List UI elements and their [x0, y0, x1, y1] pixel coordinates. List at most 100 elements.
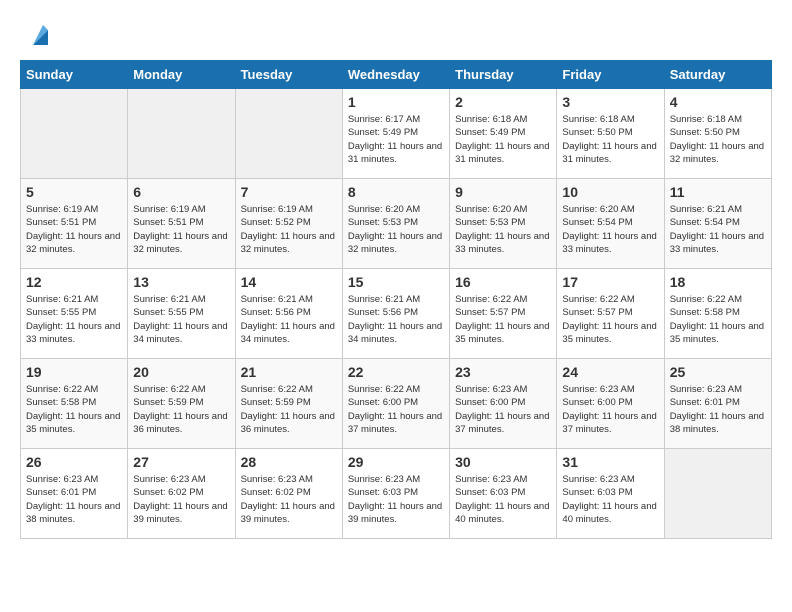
day-header-saturday: Saturday	[664, 61, 771, 89]
day-info: Sunrise: 6:23 AM Sunset: 6:00 PM Dayligh…	[562, 383, 658, 436]
day-number: 3	[562, 94, 658, 110]
calendar-cell	[21, 89, 128, 179]
day-info: Sunrise: 6:21 AM Sunset: 5:55 PM Dayligh…	[26, 293, 122, 346]
day-info: Sunrise: 6:22 AM Sunset: 5:58 PM Dayligh…	[670, 293, 766, 346]
day-number: 18	[670, 274, 766, 290]
day-header-monday: Monday	[128, 61, 235, 89]
day-info: Sunrise: 6:22 AM Sunset: 5:59 PM Dayligh…	[241, 383, 337, 436]
calendar-cell: 30 Sunrise: 6:23 AM Sunset: 6:03 PM Dayli…	[450, 449, 557, 539]
calendar-cell	[235, 89, 342, 179]
calendar-cell: 9 Sunrise: 6:20 AM Sunset: 5:53 PM Daylig…	[450, 179, 557, 269]
calendar-cell: 7 Sunrise: 6:19 AM Sunset: 5:52 PM Daylig…	[235, 179, 342, 269]
day-number: 12	[26, 274, 122, 290]
week-row-5: 26 Sunrise: 6:23 AM Sunset: 6:01 PM Dayli…	[21, 449, 772, 539]
logo	[20, 20, 53, 50]
calendar-cell: 13 Sunrise: 6:21 AM Sunset: 5:55 PM Dayli…	[128, 269, 235, 359]
day-info: Sunrise: 6:22 AM Sunset: 5:59 PM Dayligh…	[133, 383, 229, 436]
day-header-thursday: Thursday	[450, 61, 557, 89]
day-number: 25	[670, 364, 766, 380]
day-number: 9	[455, 184, 551, 200]
calendar-cell: 2 Sunrise: 6:18 AM Sunset: 5:49 PM Daylig…	[450, 89, 557, 179]
calendar-table: SundayMondayTuesdayWednesdayThursdayFrid…	[20, 60, 772, 539]
week-row-4: 19 Sunrise: 6:22 AM Sunset: 5:58 PM Dayli…	[21, 359, 772, 449]
day-info: Sunrise: 6:22 AM Sunset: 5:57 PM Dayligh…	[562, 293, 658, 346]
day-info: Sunrise: 6:23 AM Sunset: 6:01 PM Dayligh…	[26, 473, 122, 526]
calendar-cell: 23 Sunrise: 6:23 AM Sunset: 6:00 PM Dayli…	[450, 359, 557, 449]
calendar-cell: 4 Sunrise: 6:18 AM Sunset: 5:50 PM Daylig…	[664, 89, 771, 179]
day-number: 6	[133, 184, 229, 200]
day-number: 8	[348, 184, 444, 200]
calendar-cell: 19 Sunrise: 6:22 AM Sunset: 5:58 PM Dayli…	[21, 359, 128, 449]
day-number: 1	[348, 94, 444, 110]
calendar-cell: 11Sunrise: 6:21 AM Sunset: 5:54 PM Dayli…	[664, 179, 771, 269]
day-number: 2	[455, 94, 551, 110]
day-number: 29	[348, 454, 444, 470]
day-info: Sunrise: 6:21 AM Sunset: 5:56 PM Dayligh…	[241, 293, 337, 346]
day-number: 16	[455, 274, 551, 290]
day-info: Sunrise: 6:22 AM Sunset: 5:58 PM Dayligh…	[26, 383, 122, 436]
day-info: Sunrise: 6:23 AM Sunset: 6:02 PM Dayligh…	[133, 473, 229, 526]
calendar-cell: 21Sunrise: 6:22 AM Sunset: 5:59 PM Dayli…	[235, 359, 342, 449]
day-number: 15	[348, 274, 444, 290]
day-info: Sunrise: 6:21 AM Sunset: 5:55 PM Dayligh…	[133, 293, 229, 346]
day-number: 26	[26, 454, 122, 470]
calendar-cell: 22 Sunrise: 6:22 AM Sunset: 6:00 PM Dayli…	[342, 359, 449, 449]
day-info: Sunrise: 6:23 AM Sunset: 6:03 PM Dayligh…	[348, 473, 444, 526]
day-header-tuesday: Tuesday	[235, 61, 342, 89]
day-number: 23	[455, 364, 551, 380]
day-number: 19	[26, 364, 122, 380]
calendar-cell: 6 Sunrise: 6:19 AM Sunset: 5:51 PM Daylig…	[128, 179, 235, 269]
calendar-cell: 26 Sunrise: 6:23 AM Sunset: 6:01 PM Dayli…	[21, 449, 128, 539]
day-info: Sunrise: 6:19 AM Sunset: 5:52 PM Dayligh…	[241, 203, 337, 256]
calendar-cell: 27 Sunrise: 6:23 AM Sunset: 6:02 PM Dayli…	[128, 449, 235, 539]
day-info: Sunrise: 6:22 AM Sunset: 6:00 PM Dayligh…	[348, 383, 444, 436]
day-info: Sunrise: 6:23 AM Sunset: 6:00 PM Dayligh…	[455, 383, 551, 436]
calendar-cell: 29 Sunrise: 6:23 AM Sunset: 6:03 PM Dayli…	[342, 449, 449, 539]
week-row-3: 12 Sunrise: 6:21 AM Sunset: 5:55 PM Dayli…	[21, 269, 772, 359]
day-number: 7	[241, 184, 337, 200]
day-number: 4	[670, 94, 766, 110]
day-info: Sunrise: 6:18 AM Sunset: 5:49 PM Dayligh…	[455, 113, 551, 166]
logo-icon	[23, 20, 53, 50]
calendar-cell: 12 Sunrise: 6:21 AM Sunset: 5:55 PM Dayli…	[21, 269, 128, 359]
day-number: 22	[348, 364, 444, 380]
calendar-cell: 25Sunrise: 6:23 AM Sunset: 6:01 PM Dayli…	[664, 359, 771, 449]
day-header-sunday: Sunday	[21, 61, 128, 89]
calendar-cell: 20Sunrise: 6:22 AM Sunset: 5:59 PM Dayli…	[128, 359, 235, 449]
calendar-cell	[128, 89, 235, 179]
day-info: Sunrise: 6:23 AM Sunset: 6:03 PM Dayligh…	[562, 473, 658, 526]
day-number: 31	[562, 454, 658, 470]
day-info: Sunrise: 6:20 AM Sunset: 5:53 PM Dayligh…	[348, 203, 444, 256]
day-number: 30	[455, 454, 551, 470]
week-row-2: 5 Sunrise: 6:19 AM Sunset: 5:51 PM Daylig…	[21, 179, 772, 269]
calendar-cell: 16 Sunrise: 6:22 AM Sunset: 5:57 PM Dayli…	[450, 269, 557, 359]
calendar-cell: 14 Sunrise: 6:21 AM Sunset: 5:56 PM Dayli…	[235, 269, 342, 359]
day-info: Sunrise: 6:18 AM Sunset: 5:50 PM Dayligh…	[670, 113, 766, 166]
day-info: Sunrise: 6:23 AM Sunset: 6:03 PM Dayligh…	[455, 473, 551, 526]
day-info: Sunrise: 6:19 AM Sunset: 5:51 PM Dayligh…	[133, 203, 229, 256]
day-number: 24	[562, 364, 658, 380]
calendar-cell: 8 Sunrise: 6:20 AM Sunset: 5:53 PM Daylig…	[342, 179, 449, 269]
calendar-cell: 5Sunrise: 6:19 AM Sunset: 5:51 PM Daylig…	[21, 179, 128, 269]
calendar-cell: 1Sunrise: 6:17 AM Sunset: 5:49 PM Daylig…	[342, 89, 449, 179]
day-info: Sunrise: 6:22 AM Sunset: 5:57 PM Dayligh…	[455, 293, 551, 346]
calendar-cell: 31 Sunrise: 6:23 AM Sunset: 6:03 PM Dayli…	[557, 449, 664, 539]
day-number: 11	[670, 184, 766, 200]
page-header	[20, 20, 772, 50]
day-number: 13	[133, 274, 229, 290]
calendar-cell: 24 Sunrise: 6:23 AM Sunset: 6:00 PM Dayli…	[557, 359, 664, 449]
calendar-cell: 18 Sunrise: 6:22 AM Sunset: 5:58 PM Dayli…	[664, 269, 771, 359]
day-number: 17	[562, 274, 658, 290]
day-headers-row: SundayMondayTuesdayWednesdayThursdayFrid…	[21, 61, 772, 89]
week-row-1: 1Sunrise: 6:17 AM Sunset: 5:49 PM Daylig…	[21, 89, 772, 179]
day-number: 5	[26, 184, 122, 200]
day-header-wednesday: Wednesday	[342, 61, 449, 89]
day-info: Sunrise: 6:23 AM Sunset: 6:02 PM Dayligh…	[241, 473, 337, 526]
day-number: 28	[241, 454, 337, 470]
calendar-cell: 17 Sunrise: 6:22 AM Sunset: 5:57 PM Dayli…	[557, 269, 664, 359]
day-info: Sunrise: 6:18 AM Sunset: 5:50 PM Dayligh…	[562, 113, 658, 166]
day-number: 14	[241, 274, 337, 290]
day-info: Sunrise: 6:20 AM Sunset: 5:53 PM Dayligh…	[455, 203, 551, 256]
day-number: 27	[133, 454, 229, 470]
day-info: Sunrise: 6:21 AM Sunset: 5:56 PM Dayligh…	[348, 293, 444, 346]
